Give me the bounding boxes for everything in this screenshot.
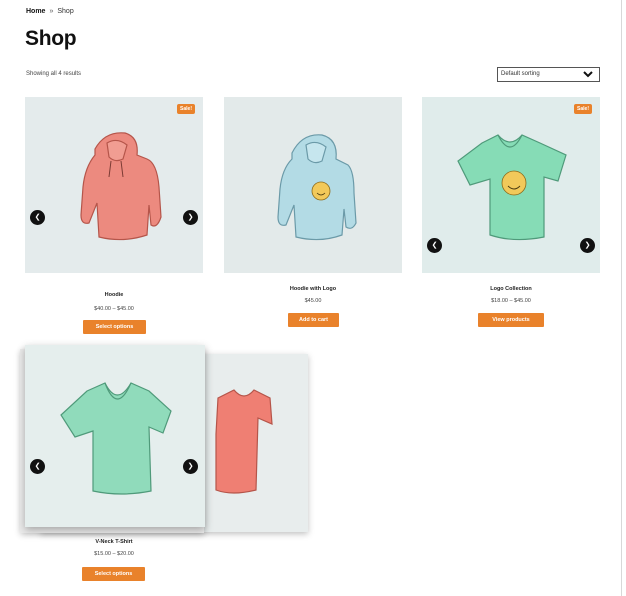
breadcrumb-home-link[interactable]: Home xyxy=(26,8,45,15)
breadcrumb: Home » Shop xyxy=(26,8,74,15)
chevron-right-icon[interactable]: ❯ xyxy=(580,238,595,253)
product-name[interactable]: Logo Collection xyxy=(422,286,600,292)
product-card-hoodie[interactable]: Sale! ❮ ❯ Hoodie $40.00 – $45.00 Select … xyxy=(25,97,203,340)
sort-select-value: Default sorting xyxy=(501,71,540,77)
product-price: $40.00 – $45.00 xyxy=(94,306,134,312)
page-title: Shop xyxy=(25,27,77,50)
chevron-left-icon[interactable]: ❮ xyxy=(30,459,45,474)
product-image-hoodie[interactable]: Sale! ❮ ❯ xyxy=(25,97,203,273)
view-products-button[interactable]: View products xyxy=(478,313,544,327)
product-price: $15.00 – $20.00 xyxy=(94,551,134,557)
chevron-right-icon[interactable]: ❯ xyxy=(183,210,198,225)
green-tshirt-illustration xyxy=(457,134,567,241)
breadcrumb-separator: » xyxy=(49,8,54,15)
product-card-hoodie-with-logo[interactable]: Hoodie with Logo $45.00 Add to cart xyxy=(224,97,402,340)
sort-select[interactable]: Default sorting xyxy=(497,67,600,82)
chevron-left-icon[interactable]: ❮ xyxy=(30,210,45,225)
product-image-hoodie-with-logo[interactable] xyxy=(224,97,402,273)
chevron-left-icon[interactable]: ❮ xyxy=(427,238,442,253)
result-count: Showing all 4 results xyxy=(26,71,82,77)
select-options-button[interactable]: Select options xyxy=(82,567,145,581)
product-image-logo-collection[interactable]: Sale! ❮ ❯ xyxy=(422,97,600,273)
breadcrumb-current: Shop xyxy=(57,8,74,15)
product-name[interactable]: Hoodie xyxy=(25,292,203,298)
product-image-v-neck-tshirt[interactable]: ❮ ❯ xyxy=(25,345,205,527)
blue-hoodie-illustration xyxy=(277,134,357,241)
chevron-right-icon[interactable]: ❯ xyxy=(183,459,198,474)
chevron-down-icon xyxy=(582,68,594,84)
green-vneck-tshirt-illustration xyxy=(60,382,172,495)
product-card-logo-collection[interactable]: Sale! ❮ ❯ Logo Collection $18.00 – $45.0… xyxy=(422,97,600,340)
product-price: $45.00 xyxy=(304,298,322,304)
select-options-button[interactable]: Select options xyxy=(83,320,146,334)
product-price: $18.00 – $45.00 xyxy=(491,298,531,304)
sale-badge: Sale! xyxy=(574,104,592,114)
product-name[interactable]: V-Neck T-Shirt xyxy=(25,539,203,545)
product-name[interactable]: Hoodie with Logo xyxy=(224,286,402,292)
add-to-cart-button[interactable]: Add to cart xyxy=(288,313,339,327)
page-edge xyxy=(621,0,622,596)
sale-badge: Sale! xyxy=(177,104,195,114)
pink-hoodie-illustration xyxy=(80,132,162,241)
